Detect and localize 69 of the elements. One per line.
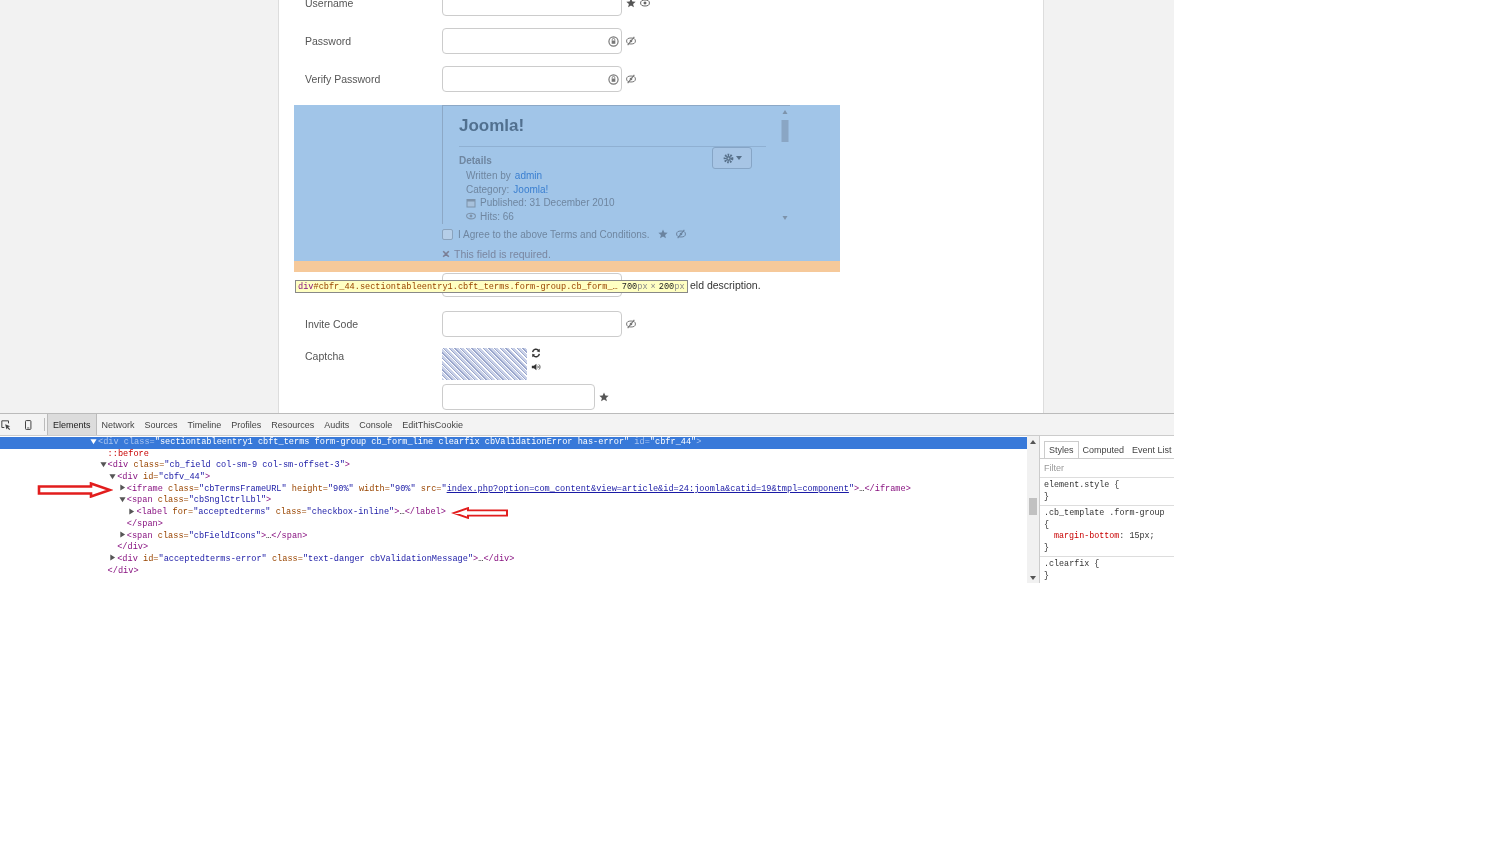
expanded-triangle-icon[interactable] (118, 495, 126, 503)
url-link[interactable]: index.php?option=com_content&view=article&id=24:joomla&catid=19&tmpl=component (446, 483, 849, 494)
devtools-tab[interactable]: Audits (319, 414, 355, 435)
collapsed-triangle-icon[interactable] (118, 484, 126, 492)
dom-node-line[interactable]: </span> (0, 518, 1027, 531)
inspect-icon[interactable] (1, 419, 11, 430)
collapsed-triangle-icon[interactable] (128, 507, 136, 515)
expanded-triangle-icon[interactable] (99, 460, 107, 468)
hits-count: Hits: 66 (480, 209, 514, 223)
written-by-label: Written by (466, 169, 511, 183)
styles-tab[interactable]: Event List (1128, 441, 1174, 458)
dom-node-line[interactable]: <iframe class="cbTermsFrameURL" height="90%" width="90%" src="index.php?option=com_content&view=article&id=24:joomla&catid=19&tmpl=component">…</iframe> (0, 483, 1027, 496)
dom-node-line[interactable]: <label for="acceptedterms" class="checkbox-inline">…</label> (0, 507, 1027, 519)
dom-node-line[interactable]: <span class="cbFieldIcons">…</span> (0, 530, 1027, 543)
css-brace: { (1044, 519, 1051, 531)
css-selector: element.style { (1044, 480, 1121, 492)
expanded-triangle-icon[interactable] (109, 472, 117, 480)
css-brace: } (1044, 570, 1051, 582)
field-label: Verify Password (305, 73, 382, 85)
close-icon (442, 250, 450, 258)
captcha-input[interactable] (442, 384, 595, 410)
refresh-icon[interactable] (531, 348, 541, 358)
field-description: eld description. (690, 279, 761, 291)
lock-circle-icon (608, 74, 619, 85)
devtools-tab[interactable]: Elements (47, 414, 97, 435)
styles-tab[interactable]: Styles (1044, 441, 1079, 458)
css-declaration: margin-bottom: 15px; (1053, 531, 1156, 543)
settings-icon (722, 152, 734, 164)
category-label: Category: (466, 182, 510, 196)
scrollbar[interactable] (1027, 436, 1039, 583)
collapsed-triangle-icon[interactable] (118, 531, 126, 538)
styles-tab[interactable]: Computed (1078, 441, 1129, 458)
calendar-icon (466, 197, 476, 208)
dom-node-line[interactable]: <div id="acceptedterms-error" class="text-danger cbValidationMessage">…</div> (0, 553, 1027, 566)
devtools-tab[interactable]: Timeline (182, 414, 227, 435)
css-brace: } (1044, 491, 1051, 503)
field-label: Password (305, 35, 353, 47)
devtools-tab[interactable]: Resources (266, 414, 320, 435)
css-selector: .cb_template .form-group (1044, 508, 1166, 520)
devtools-tab[interactable]: Console (354, 414, 398, 435)
dom-node-line[interactable]: <div id="cbfv_44"> (0, 472, 1027, 484)
dom-node-line[interactable]: </div> (0, 565, 1027, 578)
error-message: This field is required. (454, 248, 551, 260)
lock-circle-icon (608, 36, 619, 47)
field-label: Invite Code (305, 318, 360, 330)
mobile-device-icon[interactable] (23, 419, 33, 430)
dom-node-line[interactable]: </div> (0, 542, 1027, 554)
inspect-tooltip: div#cbfr_44.sectiontableentry1.cbft_terms.form-group.cb_form_… 700px × 200px (295, 280, 688, 293)
field-label: Captcha (305, 350, 346, 364)
eye-icon (466, 211, 476, 222)
checkbox[interactable] (442, 228, 453, 240)
expanded-triangle-icon[interactable] (90, 437, 97, 445)
css-selector: .clearfix { (1044, 559, 1101, 571)
collapsed-triangle-icon[interactable] (109, 554, 117, 562)
dom-node-line[interactable]: ::before (0, 448, 1027, 461)
devtools-tab[interactable]: Profiles (226, 414, 267, 435)
article-title: Joomla! (459, 116, 526, 136)
dom-node-line[interactable]: <div class="cb_field col-sm-9 col-sm-offset-3"> (0, 460, 1027, 473)
speaker-icon[interactable] (531, 362, 541, 372)
css-brace: } (1044, 542, 1051, 554)
published-date: Published: 31 December 2010 (480, 196, 615, 210)
field-label: Username (305, 0, 355, 9)
devtools-tab[interactable]: Sources (139, 414, 183, 435)
dom-node-line[interactable]: <span class="cbSnglCtrlLbl"> (0, 495, 1027, 508)
settings-dropdown-button[interactable] (712, 147, 752, 169)
details-heading: Details (459, 155, 492, 166)
devtools-tab[interactable]: EditThisCookie (397, 414, 468, 435)
caret-icon (735, 156, 742, 160)
devtools-tab[interactable]: Network (96, 414, 140, 435)
